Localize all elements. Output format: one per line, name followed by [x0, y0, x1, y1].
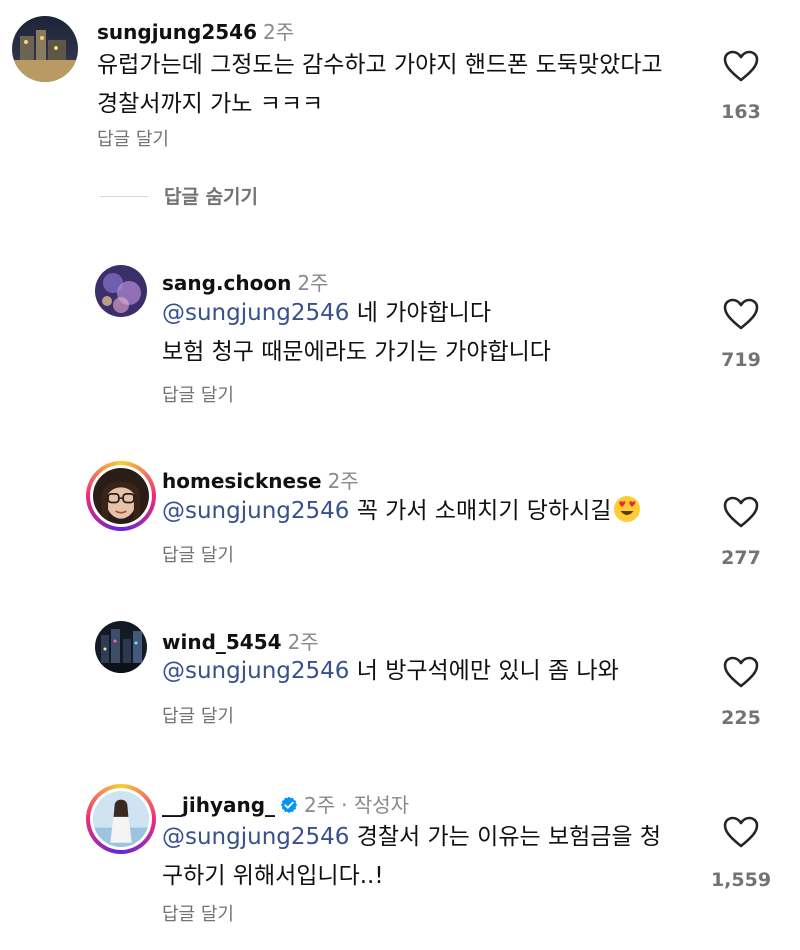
like-count: 225 [721, 707, 761, 729]
comment-line-text: 네 가야합니다 [349, 300, 492, 326]
like-count: 277 [721, 547, 761, 569]
avatar-story-ring[interactable] [86, 461, 156, 531]
comment-line: @sungjung2546 경찰서 가는 이유는 보험금을 청 [162, 818, 661, 857]
replies-divider [100, 196, 148, 197]
comment-line: 경찰서까지 가노 ㅋㅋㅋ [97, 91, 324, 117]
comment-text: @sungjung2546 네 가야합니다 보험 청구 때문에라도 가기는 가야… [162, 294, 551, 372]
comment-username[interactable]: sungjung2546 2주 [97, 16, 294, 45]
username-text[interactable]: homesicknese [162, 469, 322, 493]
comment-username[interactable]: __jihyang_ 2주 · 작성자 [162, 789, 409, 818]
comment-line: 보험 청구 때문에라도 가기는 가야합니다 [162, 339, 551, 365]
comment-line: @sungjung2546 꼭 가서 소매치기 당하시길 [162, 492, 641, 531]
comment-time: 2주 [304, 793, 336, 817]
reply-button[interactable]: 답글 달기 [162, 381, 234, 407]
verified-badge-icon [280, 796, 298, 814]
heart-eyes-emoji-icon [614, 496, 641, 522]
comment-line: @sungjung2546 네 가야합니다 [162, 294, 551, 333]
comment-line-text: 꼭 가서 소매치기 당하시길 [349, 498, 612, 524]
comment-line-text: 너 방구석에만 있니 좀 나와 [349, 658, 619, 684]
avatar [93, 791, 149, 847]
mention-link[interactable]: @sungjung2546 [162, 300, 349, 326]
comment-text: @sungjung2546 꼭 가서 소매치기 당하시길 [162, 492, 641, 531]
mention-link[interactable]: @sungjung2546 [162, 658, 349, 684]
heart-outline-icon[interactable] [723, 298, 759, 330]
reply-button[interactable]: 답글 달기 [97, 125, 169, 151]
like-count: 1,559 [710, 869, 772, 891]
hide-replies-button[interactable]: 답글 숨기기 [164, 182, 258, 209]
username-text[interactable]: sang.choon [162, 271, 291, 295]
like-count: 163 [721, 101, 761, 123]
author-badge: · 작성자 [341, 793, 410, 817]
username-text[interactable]: wind_5454 [162, 630, 282, 654]
heart-outline-icon[interactable] [723, 50, 759, 82]
reply-button[interactable]: 답글 달기 [162, 541, 234, 567]
comment-text: @sungjung2546 너 방구석에만 있니 좀 나와 [162, 652, 619, 691]
comment-time: 2주 [297, 271, 329, 295]
heart-outline-icon[interactable] [723, 496, 759, 528]
comment-text: 유럽가는데 그정도는 감수하고 가야지 핸드폰 도둑맞았다고 경찰서까지 가노 … [97, 46, 663, 124]
heart-outline-icon[interactable] [723, 656, 759, 688]
comment-username[interactable]: wind_5454 2주 [162, 626, 319, 655]
like-count: 719 [721, 349, 761, 371]
avatar-story-ring[interactable] [86, 784, 156, 854]
mention-link[interactable]: @sungjung2546 [162, 498, 349, 524]
comment-line: 구하기 위해서입니다..! [162, 863, 384, 889]
avatar[interactable] [95, 265, 147, 317]
avatar [93, 468, 149, 524]
comment-text: @sungjung2546 경찰서 가는 이유는 보험금을 청 구하기 위해서입… [162, 818, 661, 896]
comment-line-text: 경찰서 가는 이유는 보험금을 청 [349, 824, 662, 850]
reply-button[interactable]: 답글 달기 [162, 900, 234, 926]
comment-line: 유럽가는데 그정도는 감수하고 가야지 핸드폰 도둑맞았다고 [97, 52, 663, 78]
heart-outline-icon[interactable] [723, 816, 759, 848]
comment-line: @sungjung2546 너 방구석에만 있니 좀 나와 [162, 652, 619, 691]
mention-link[interactable]: @sungjung2546 [162, 824, 349, 850]
comment-username[interactable]: homesicknese 2주 [162, 465, 359, 494]
username-text[interactable]: sungjung2546 [97, 20, 257, 44]
comment-time: 2주 [287, 630, 319, 654]
comment-time: 2주 [327, 469, 359, 493]
avatar[interactable] [12, 16, 78, 82]
avatar[interactable] [95, 621, 147, 673]
username-text[interactable]: __jihyang_ [162, 793, 275, 817]
reply-button[interactable]: 답글 달기 [162, 702, 234, 728]
comment-username[interactable]: sang.choon 2주 [162, 267, 329, 296]
comment-time: 2주 [263, 20, 295, 44]
